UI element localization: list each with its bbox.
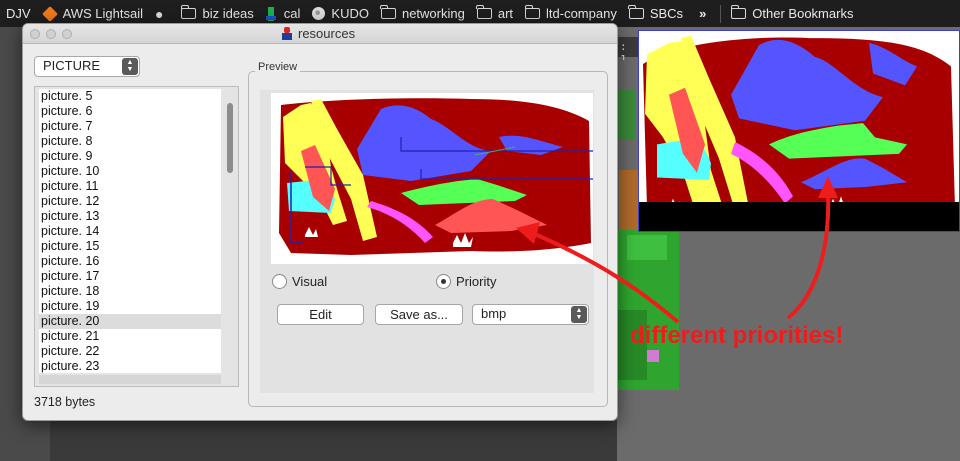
folder-icon (628, 5, 644, 19)
bookmark-label: biz ideas (202, 6, 254, 21)
resource-list-items: picture. 5 picture. 6 picture. 7 picture. 8… (39, 89, 221, 373)
globe-icon (312, 7, 326, 20)
list-item[interactable]: picture. 15 (39, 239, 221, 254)
bookmark-sbcs[interactable]: SBCs (623, 0, 689, 27)
other-bookmarks[interactable]: Other Bookmarks (725, 0, 859, 27)
resource-type-select[interactable]: PICTURE ▲ ▼ (34, 56, 140, 77)
window-title: resources (298, 26, 356, 41)
background-dock-area (50, 420, 617, 461)
bookmark-label: networking (401, 6, 465, 21)
resource-size: 3718 bytes (34, 395, 96, 409)
resource-list[interactable]: picture. 5 picture. 6 picture. 7 picture. 8… (34, 86, 239, 387)
scrollbar-thumb[interactable] (227, 103, 233, 173)
more-bookmarks-chevron[interactable]: » (689, 0, 716, 27)
bookmark-label: KUDO (331, 6, 369, 21)
list-item[interactable]: picture. 5 (39, 89, 221, 104)
radio-priority[interactable]: Priority (436, 274, 496, 289)
radio-visual-indicator[interactable] (272, 274, 287, 289)
resources-window: resources PICTURE ▲ ▼ picture. 5 picture. … (22, 23, 618, 421)
edit-button[interactable]: Edit (277, 304, 364, 325)
radio-visual[interactable]: Visual (272, 274, 327, 289)
aws-cube-icon (41, 5, 58, 22)
list-item[interactable]: picture. 9 (39, 149, 221, 164)
list-item[interactable]: picture. 20 (39, 314, 221, 329)
bookmark-label: AWS Lightsail (62, 6, 143, 21)
export-format-select[interactable]: bmp ▲ ▼ (472, 304, 589, 325)
list-item[interactable]: picture. 10 (39, 164, 221, 179)
list-item[interactable]: picture. 7 (39, 119, 221, 134)
window-title-group: resources (281, 26, 355, 41)
list-item[interactable]: picture. 12 (39, 194, 221, 209)
title-bar[interactable]: resources (23, 24, 617, 44)
bookmark-label: ltd-company (546, 6, 617, 21)
list-item[interactable]: picture. 23 (39, 359, 221, 373)
list-item[interactable]: picture. 21 (39, 329, 221, 344)
bookmark-label: DJV (6, 6, 31, 21)
zoom-window-button[interactable] (62, 29, 72, 39)
annotation-text: different priorities! (630, 322, 844, 349)
calendar-icon (265, 6, 278, 21)
list-item[interactable]: picture. 19 (39, 299, 221, 314)
folder-icon (380, 5, 396, 19)
apple-icon: ● (155, 5, 164, 22)
save-as-button[interactable]: Save as... (375, 304, 463, 325)
bookmark-label: art (497, 6, 514, 21)
bookmark-label: SBCs (649, 6, 684, 21)
minimize-window-button[interactable] (46, 29, 56, 39)
list-item[interactable]: picture. 18 (39, 284, 221, 299)
radio-priority-label: Priority (456, 274, 497, 289)
folder-icon (730, 5, 747, 19)
radio-visual-label: Visual (292, 274, 328, 289)
zoomed-priority-screenshot (638, 30, 960, 232)
preview-legend: Preview (255, 61, 301, 73)
bookmark-label: Other Bookmarks (752, 6, 854, 21)
resource-type-value: PICTURE (43, 58, 101, 73)
divider (720, 4, 722, 23)
select-stepper-icon: ▲ ▼ (571, 306, 587, 323)
folder-icon (476, 5, 492, 19)
terminal-fragment: : 1 (617, 37, 639, 66)
select-stepper-icon: ▲ ▼ (122, 58, 138, 75)
list-item[interactable]: picture. 17 (39, 269, 221, 284)
bookmark-label: cal (283, 6, 301, 21)
close-window-button[interactable] (30, 29, 40, 39)
horizontal-scrollbar[interactable] (39, 375, 221, 384)
app-icon (281, 26, 294, 41)
priority-picture-preview (271, 93, 593, 264)
radio-priority-indicator[interactable] (436, 274, 451, 289)
list-item[interactable]: picture. 11 (39, 179, 221, 194)
folder-icon (180, 5, 197, 19)
black-border (639, 202, 959, 231)
list-item[interactable]: picture. 6 (39, 104, 221, 119)
list-item[interactable]: picture. 22 (39, 344, 221, 359)
list-item[interactable]: picture. 14 (39, 224, 221, 239)
list-item[interactable]: picture. 16 (39, 254, 221, 269)
folder-icon (524, 5, 541, 19)
list-item[interactable]: picture. 8 (39, 134, 221, 149)
vertical-scrollbar[interactable] (225, 89, 236, 373)
list-item[interactable]: picture. 13 (39, 209, 221, 224)
export-format-value: bmp (481, 306, 507, 321)
